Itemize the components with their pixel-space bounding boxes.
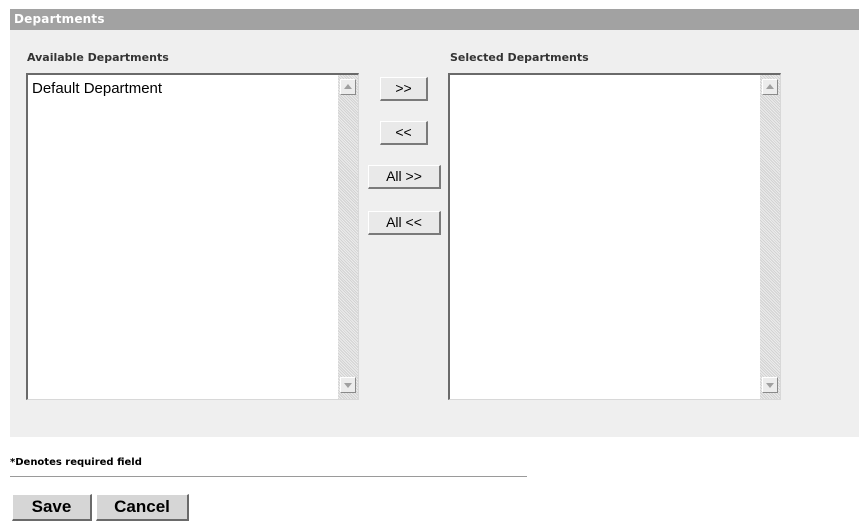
arrow-down-icon [766,383,774,388]
arrow-up-icon [344,84,352,89]
scroll-down-button[interactable] [762,377,778,393]
add-selected-button[interactable]: >> [380,77,428,101]
scroll-down-button[interactable] [340,377,356,393]
arrow-up-icon [766,84,774,89]
selected-scrollbar[interactable] [760,75,780,399]
available-departments-list: Default Department [32,80,334,98]
remove-all-button[interactable]: All << [368,211,441,235]
cancel-button[interactable]: Cancel [96,494,189,521]
available-departments-listbox[interactable]: Default Department [26,73,359,400]
available-departments-label: Available Departments [27,51,169,64]
add-all-button[interactable]: All >> [368,165,441,189]
scroll-up-button[interactable] [762,79,778,95]
departments-page: Departments Available Departments Select… [0,0,859,521]
scroll-up-button[interactable] [340,79,356,95]
remove-selected-button[interactable]: << [380,121,428,145]
section-title: Departments [14,12,105,26]
save-button[interactable]: Save [12,494,92,521]
list-item[interactable]: Default Department [32,80,334,98]
arrow-down-icon [344,383,352,388]
footer-divider [10,476,527,477]
selected-departments-label: Selected Departments [450,51,589,64]
required-field-note: *Denotes required field [10,457,142,468]
available-scrollbar[interactable] [338,75,358,399]
section-header: Departments [10,9,859,30]
selected-departments-listbox[interactable] [448,73,781,400]
